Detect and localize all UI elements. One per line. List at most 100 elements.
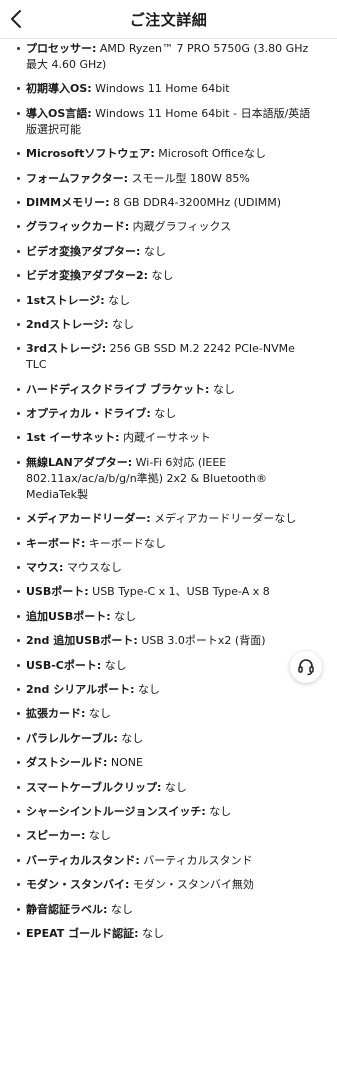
spec-value: なし (150, 407, 177, 421)
spec-value: マウスなし (63, 561, 122, 575)
spec-item: メディアカードリーダー: メディアカードリーダーなし (17, 511, 317, 527)
spec-item: 1st イーサネット: 内蔵イーサネット (17, 430, 317, 446)
spec-value: バーティカルスタンド (139, 853, 253, 867)
spec-label: オプティカル・ドライブ: (26, 407, 151, 421)
spec-value: なし (209, 382, 235, 396)
spec-item: 追加USBポート: なし (17, 609, 317, 625)
spec-value: なし (104, 293, 131, 307)
spec-item: USB-Cポート: なし (17, 658, 317, 674)
bullet-icon (17, 200, 20, 204)
bullet-icon (17, 663, 20, 667)
spec-label: 2nd 追加USBポート: (26, 634, 138, 648)
spec-item: 拡張カード: なし (17, 706, 317, 722)
bullet-icon (17, 907, 20, 911)
spec-label: ハードディスクドライブ ブラケット: (26, 382, 210, 396)
bullet-icon (17, 614, 20, 618)
spec-value: なし (205, 804, 232, 818)
bullet-icon (17, 639, 20, 643)
page-title: ご注文詳細 (129, 11, 208, 29)
spec-label: スマートケーブルクリップ: (26, 780, 162, 794)
bullet-icon (17, 249, 20, 253)
spec-item: ビデオ変換アダプター2: なし (17, 268, 317, 284)
spec-value: なし (85, 829, 111, 843)
spec-item: スピーカー: なし (17, 828, 317, 844)
spec-item: DIMMメモリー: 8 GB DDR4-3200MHz (UDIMM) (17, 195, 317, 211)
top-bar: ご注文詳細 (0, 0, 337, 39)
bullet-icon (17, 274, 20, 278)
bullet-icon (17, 687, 20, 691)
spec-value: スモール型 180W 85% (127, 171, 250, 185)
spec-value: なし (117, 731, 144, 745)
spec-label: スピーカー: (26, 829, 86, 843)
bullet-icon (17, 87, 20, 91)
spec-label: 1st イーサネット: (26, 431, 120, 445)
spec-value: Microsoft Officeなし (154, 147, 266, 161)
bullet-icon (17, 387, 20, 391)
spec-label: EPEAT ゴールド認証: (26, 926, 139, 940)
bullet-icon (17, 736, 20, 740)
bullet-icon (17, 883, 20, 887)
spec-label: 2nd シリアルポート: (26, 682, 135, 696)
spec-item: 2nd シリアルポート: なし (17, 682, 317, 698)
spec-label: 3rdストレージ: (26, 342, 107, 356)
spec-label: 初期導入OS: (26, 82, 92, 96)
bullet-icon (17, 176, 20, 180)
spec-label: 追加USBポート: (26, 609, 111, 623)
spec-value: 8 GB DDR4-3200MHz (UDIMM) (109, 195, 281, 209)
spec-label: ビデオ変換アダプター: (26, 244, 141, 258)
spec-item: スマートケーブルクリップ: なし (17, 780, 317, 796)
spec-value: USB Type-C x 1、USB Type-A x 8 (88, 585, 270, 599)
spec-value: なし (134, 682, 160, 696)
spec-value: USB 3.0ポートx2 (背面) (137, 634, 266, 648)
bullet-icon (17, 541, 20, 545)
spec-label: Microsoftソフトウェア: (26, 147, 155, 161)
spec-label: グラフィックカード: (26, 220, 130, 234)
support-button[interactable] (290, 651, 322, 683)
spec-value: なし (148, 269, 174, 283)
bullet-icon (17, 931, 20, 935)
spec-value: なし (161, 780, 187, 794)
spec-label: ビデオ変換アダプター2: (26, 269, 149, 283)
spec-value: なし (110, 609, 137, 623)
bullet-icon (17, 712, 20, 716)
spec-item: ダストシールド: NONE (17, 755, 317, 771)
spec-value: キーボードなし (85, 536, 166, 550)
spec-item: バーティカルスタンド: バーティカルスタンド (17, 853, 317, 869)
spec-item: マウス: マウスなし (17, 560, 317, 576)
bullet-icon (17, 111, 20, 115)
bullet-icon (17, 322, 20, 326)
spec-item: フォームファクター: スモール型 180W 85% (17, 171, 317, 187)
spec-label: バーティカルスタンド: (26, 853, 140, 867)
bullet-icon (17, 412, 20, 416)
bullet-icon (17, 858, 20, 862)
spec-label: シャーシイントルージョンスイッチ: (26, 804, 206, 818)
spec-value: なし (101, 658, 127, 672)
bullet-icon (17, 298, 20, 302)
spec-value: 内蔵イーサネット (119, 431, 211, 445)
spec-item: 3rdストレージ: 256 GB SSD M.2 2242 PCIe-NVMe … (17, 341, 317, 373)
bullet-icon (17, 225, 20, 229)
spec-item: Microsoftソフトウェア: Microsoft Officeなし (17, 146, 317, 162)
bullet-icon (17, 436, 20, 440)
bullet-icon (17, 566, 20, 570)
spec-label: プロセッサー: (26, 42, 97, 55)
spec-value: メディアカードリーダーなし (150, 512, 297, 526)
spec-label: キーボード: (26, 536, 86, 550)
spec-label: パラレルケーブル: (26, 731, 118, 745)
spec-item: 1stストレージ: なし (17, 293, 317, 309)
spec-item: 2nd 追加USBポート: USB 3.0ポートx2 (背面) (17, 633, 317, 649)
spec-label: 導入OS言語: (26, 106, 92, 120)
bullet-icon (17, 834, 20, 838)
bullet-icon (17, 761, 20, 765)
spec-list: プロセッサー: AMD Ryzen™ 7 PRO 5750G (3.80 GHz… (17, 41, 317, 950)
spec-item: 静音認証ラベル: なし (17, 902, 317, 918)
spec-item: プロセッサー: AMD Ryzen™ 7 PRO 5750G (3.80 GHz… (17, 41, 317, 73)
spec-item: グラフィックカード: 内蔵グラフィックス (17, 219, 317, 235)
spec-item: キーボード: キーボードなし (17, 536, 317, 552)
spec-label: 1stストレージ: (26, 293, 105, 307)
spec-label: 拡張カード: (26, 707, 86, 721)
bullet-icon (17, 47, 20, 50)
bullet-icon (17, 517, 20, 521)
spec-label: 2ndストレージ: (26, 317, 109, 331)
spec-value: なし (138, 926, 164, 940)
